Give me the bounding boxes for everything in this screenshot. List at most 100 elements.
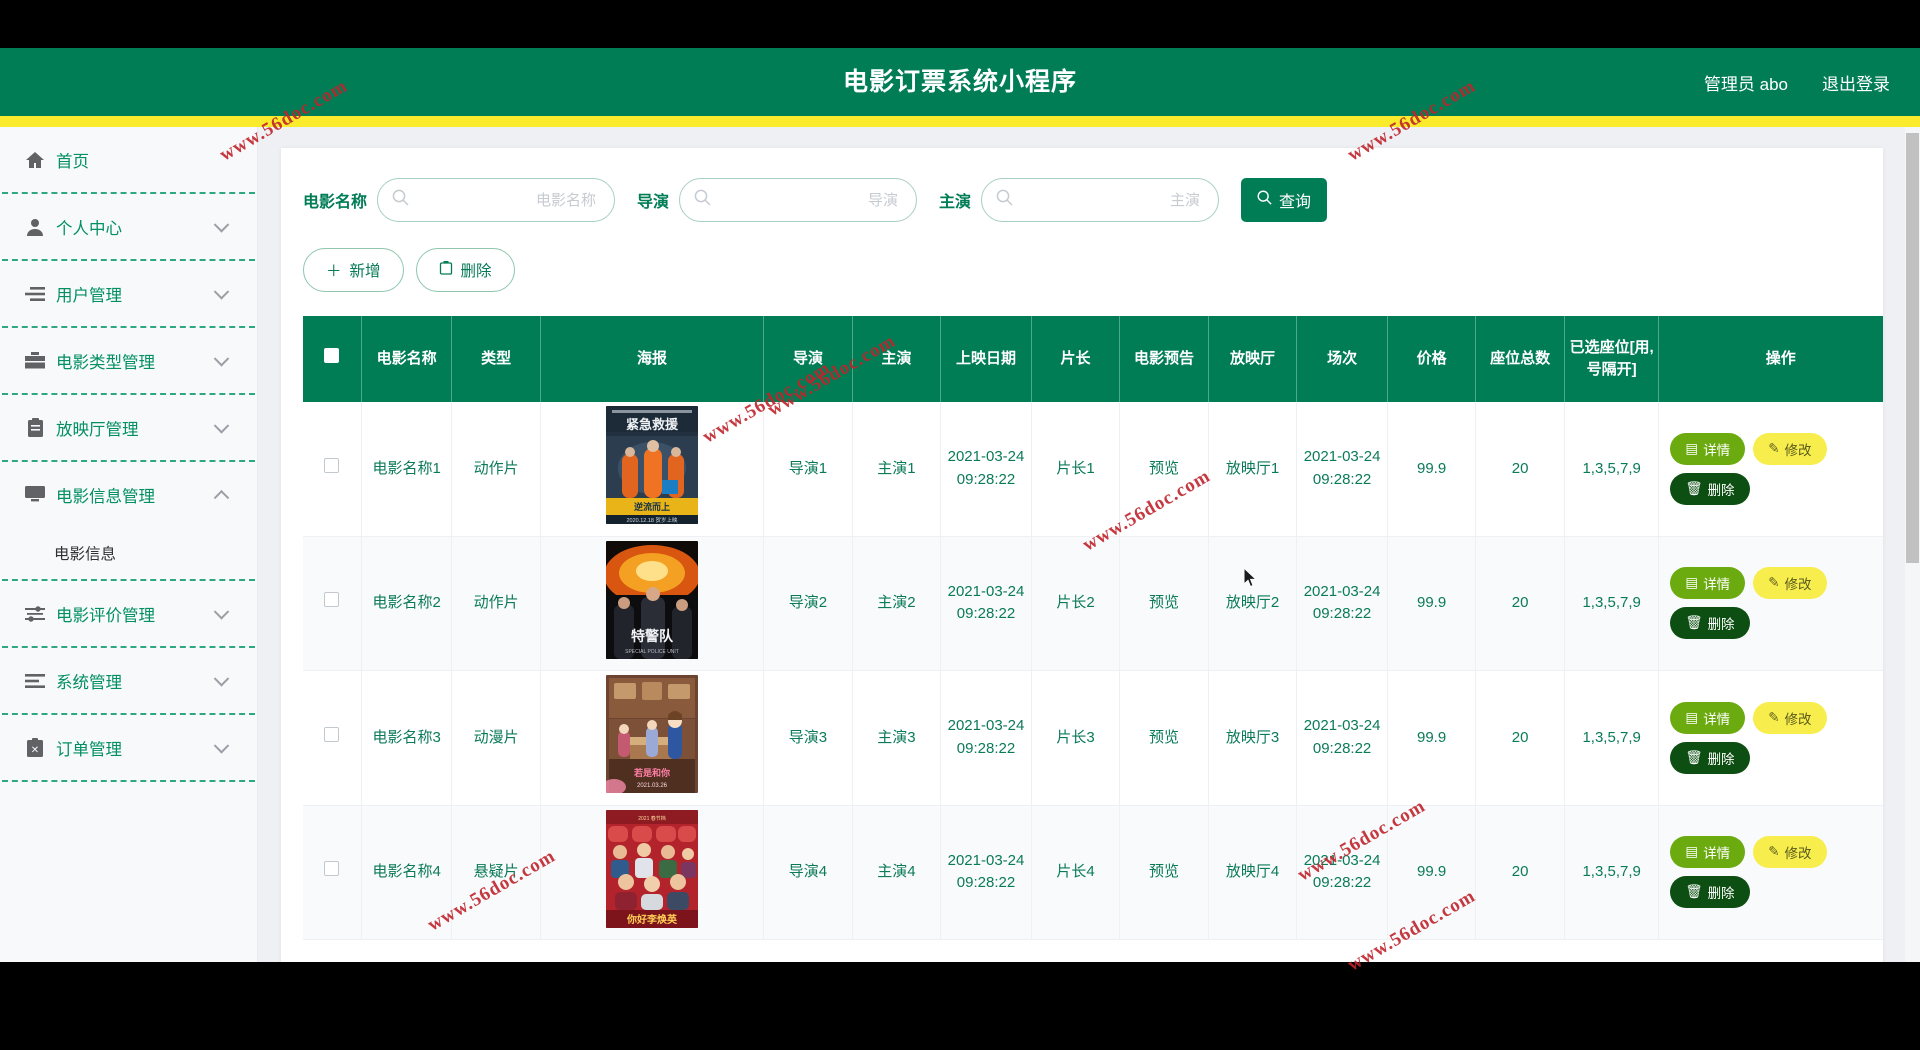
sidebar-subitem-movie-info[interactable]: 电影信息 — [0, 527, 257, 579]
cell-trailer[interactable]: 预览 — [1119, 805, 1209, 940]
row-edit-button[interactable]: ✎ 修改 — [1753, 567, 1827, 600]
svg-text:特警队: 特警队 — [631, 628, 674, 644]
cell-movie-name: 电影名称1 — [361, 402, 453, 537]
row-delete-button[interactable]: 🗑 删除 — [1670, 607, 1750, 640]
sidebar-item-label: 首页 — [56, 152, 89, 171]
cell-type: 悬疑片 — [451, 805, 541, 940]
row-detail-button[interactable]: ▤ 详情 — [1670, 836, 1746, 869]
table-row[interactable]: 电影名称3 动漫片 若是和你 2021.03.26 导演3 主演3 2021-0… — [303, 670, 1883, 806]
doc-icon: ▤ — [1685, 709, 1699, 725]
order-icon: ✕ — [22, 737, 48, 759]
row-delete-button[interactable]: 🗑 删除 — [1670, 472, 1750, 505]
row-checkbox-cell[interactable] — [303, 402, 362, 537]
table-header-row: 电影名称 类型 海报 导演 主演 上映日期 片长 电影预告 放映厅 场次 价格 … — [303, 316, 1883, 402]
svg-text:✕: ✕ — [31, 745, 39, 756]
row-action-group: ▤ 详情 ✎ 修改 🗑 删除 — [1662, 836, 1883, 909]
cell-trailer[interactable]: 预览 — [1119, 536, 1209, 671]
table-row[interactable]: 电影名称1 动作片 紧急救援 逆流而上 2020.12.18 贺岁上映 导演1 … — [303, 402, 1883, 537]
row-delete-label: 删除 — [1707, 482, 1735, 498]
logout-button[interactable]: 退出登录 — [1822, 70, 1890, 95]
row-checkbox-cell[interactable] — [303, 670, 362, 806]
search-icon — [1257, 190, 1272, 210]
page-scrollbar[interactable] — [1905, 127, 1920, 962]
row-edit-button[interactable]: ✎ 修改 — [1753, 836, 1827, 869]
sidebar-item-user-management[interactable]: 用户管理 — [0, 261, 257, 326]
chevron-down-icon — [213, 603, 230, 620]
sidebar-item-movie-type-management[interactable]: 电影类型管理 — [0, 328, 257, 393]
row-detail-button[interactable]: ▤ 详情 — [1670, 432, 1746, 465]
th-release-date: 上映日期 — [940, 316, 1032, 402]
row-checkbox[interactable] — [324, 592, 340, 607]
svg-text:2021.03.26: 2021.03.26 — [637, 783, 668, 789]
sidebar-item-personal-center[interactable]: 个人中心 — [0, 194, 257, 259]
search-input-actor[interactable] — [982, 179, 1219, 221]
cell-release-date: 2021-03-24 09:28:22 — [940, 805, 1032, 940]
table-row[interactable]: 电影名称2 动作片 特警队 SPECIAL POLICE UNIT 导演2 主演… — [303, 536, 1883, 671]
row-delete-button[interactable]: 🗑 删除 — [1670, 876, 1750, 909]
th-select-all[interactable] — [303, 316, 362, 402]
row-edit-button[interactable]: ✎ 修改 — [1753, 432, 1827, 465]
sidebar-item-home[interactable]: 首页 — [0, 127, 257, 192]
svg-text:2020.12.18 贺岁上映: 2020.12.18 贺岁上映 — [627, 516, 679, 524]
select-all-checkbox[interactable] — [324, 348, 340, 364]
cell-price: 99.9 — [1387, 670, 1477, 806]
admin-name[interactable]: 管理员 abo — [1704, 70, 1788, 95]
cell-session: 2021-03-24 09:28:22 — [1296, 805, 1388, 940]
sidebar-item-order-management[interactable]: ✕ 订单管理 — [0, 715, 257, 780]
list-icon — [22, 283, 48, 305]
sidebar-item-movie-review-management[interactable]: 电影评价管理 — [0, 581, 257, 646]
cell-seats-total: 20 — [1475, 805, 1565, 940]
menu-icon — [22, 670, 48, 692]
chevron-down-icon — [213, 216, 230, 233]
th-trailer: 电影预告 — [1119, 316, 1209, 402]
row-checkbox[interactable] — [324, 861, 340, 876]
cell-trailer[interactable]: 预览 — [1119, 402, 1209, 537]
search-input-actor-wrap[interactable] — [981, 178, 1220, 222]
th-type: 类型 — [451, 316, 541, 402]
accent-bar — [0, 116, 1920, 127]
cell-poster: 紧急救援 逆流而上 2020.12.18 贺岁上映 — [540, 402, 765, 537]
search-input-director-wrap[interactable] — [679, 178, 918, 222]
cell-release-date: 2021-03-24 09:28:22 — [940, 536, 1032, 671]
cell-seats-selected: 1,3,5,7,9 — [1564, 670, 1660, 806]
cell-trailer[interactable]: 预览 — [1119, 670, 1209, 806]
cell-price: 99.9 — [1387, 402, 1477, 537]
app-header: 电影订票系统小程序 管理员 abo 退出登录 — [0, 48, 1920, 116]
sidebar-item-system-management[interactable]: 系统管理 — [0, 648, 257, 713]
cell-seats-total: 20 — [1475, 670, 1565, 806]
cell-seats-selected: 1,3,5,7,9 — [1564, 805, 1660, 940]
sidebar-item-label: 放映厅管理 — [56, 420, 139, 439]
row-checkbox[interactable] — [324, 457, 340, 473]
row-delete-button[interactable]: 🗑 删除 — [1670, 741, 1750, 774]
cell-duration: 片长1 — [1031, 402, 1121, 537]
row-detail-button[interactable]: ▤ 详情 — [1670, 701, 1746, 734]
row-detail-label: 详情 — [1703, 711, 1731, 727]
row-checkbox-cell[interactable] — [303, 536, 362, 671]
doc-icon: ▤ — [1685, 440, 1699, 456]
cell-actor: 主演4 — [852, 805, 942, 940]
add-button[interactable]: ＋ 新增 — [303, 248, 404, 292]
chevron-down-icon — [213, 283, 230, 300]
search-input-movie-name-wrap[interactable] — [377, 178, 616, 222]
monitor-icon — [22, 484, 48, 506]
trash-icon: 🗑 — [1685, 480, 1703, 496]
table-row[interactable]: 电影名称4 悬疑片 2021 春节档 你好李焕英 导演4 主演4 2021-03… — [303, 805, 1883, 940]
search-input-movie-name[interactable] — [378, 179, 615, 221]
cell-session: 2021-03-24 09:28:22 — [1296, 536, 1388, 671]
sidebar-item-label: 订单管理 — [56, 740, 122, 759]
page-scrollbar-thumb[interactable] — [1906, 133, 1919, 563]
cell-actor: 主演2 — [852, 536, 942, 671]
delete-button[interactable]: 删除 — [415, 248, 515, 292]
home-icon — [22, 149, 48, 171]
search-input-director[interactable] — [680, 179, 917, 221]
row-checkbox[interactable] — [324, 726, 340, 742]
search-bar: 电影名称 导演 主演 — [303, 178, 1328, 222]
row-edit-button[interactable]: ✎ 修改 — [1753, 701, 1827, 734]
cell-poster: 若是和你 2021.03.26 — [540, 670, 765, 806]
sidebar-item-movie-info-management[interactable]: 电影信息管理 — [0, 462, 257, 527]
row-checkbox-cell[interactable] — [303, 805, 362, 940]
sidebar-item-hall-management[interactable]: 放映厅管理 — [0, 395, 257, 460]
row-detail-button[interactable]: ▤ 详情 — [1670, 567, 1746, 600]
th-poster: 海报 — [540, 316, 765, 402]
query-button[interactable]: 查询 — [1241, 178, 1328, 222]
